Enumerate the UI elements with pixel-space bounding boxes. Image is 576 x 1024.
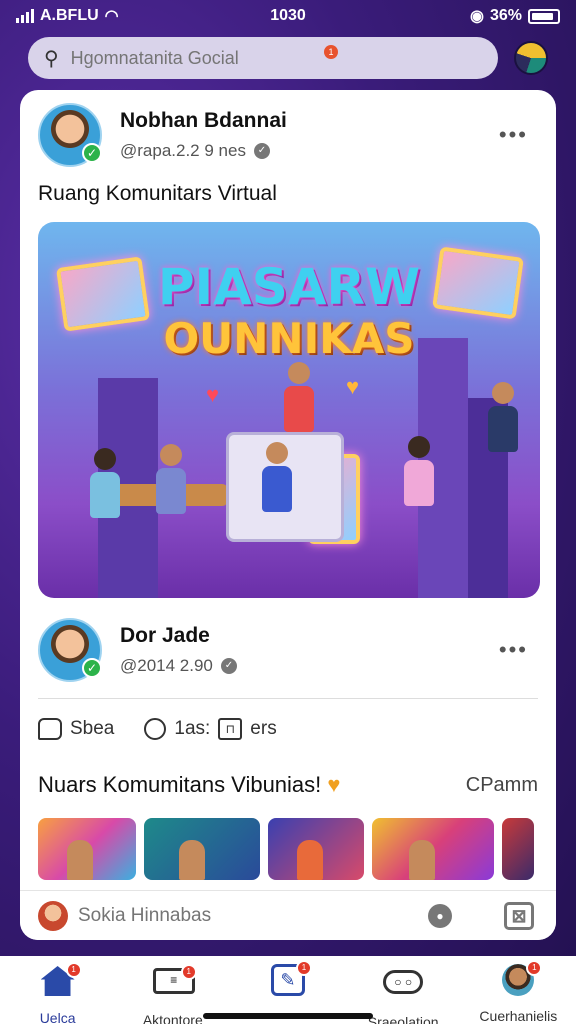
nav-item-create[interactable]: ✎ 1: [233, 960, 343, 1008]
search-badge: 1: [324, 45, 338, 59]
rotation-lock-icon: ◉: [470, 8, 484, 25]
audience-icon: ✓: [253, 143, 270, 159]
verified-check-icon: ✓: [82, 143, 102, 163]
nav-item-profile[interactable]: 1 Cuerhanielis: [463, 960, 573, 1024]
nav-label: Cuerhanielis: [479, 1008, 558, 1024]
person-figure: [284, 362, 314, 432]
image-title-line2: OUNNIKAS: [163, 314, 415, 363]
chat-icon: ≡ 1: [152, 964, 197, 1004]
image-attach-icon[interactable]: ⊠: [504, 901, 534, 930]
post-header: ✓ Nobhan Bdannai @rapa.2.2 9 nes ✓ •••: [38, 100, 538, 170]
post-author[interactable]: Nobhan Bdannai: [120, 109, 287, 133]
post-meta-row: @rapa.2.2 9 nes ✓: [120, 141, 287, 161]
avatar[interactable]: ✓: [38, 103, 102, 167]
post2-author[interactable]: Dor Jade: [120, 624, 237, 648]
person-figure: [262, 442, 292, 512]
more-options-icon[interactable]: •••: [499, 122, 528, 148]
profile-orb-button[interactable]: [514, 41, 548, 75]
heart-icon: ♥: [346, 374, 360, 399]
search-row: ⚲ 1: [28, 36, 548, 80]
share-label: Sbea: [70, 718, 115, 739]
share-button[interactable]: Sbea: [38, 718, 114, 740]
post-text: Ruang Komunitars Virtual: [38, 182, 277, 205]
wifi-icon: ◠: [104, 8, 119, 25]
status-right: ◉ 36%: [470, 6, 560, 26]
notification-badge: 1: [295, 960, 312, 976]
profile-icon: 1: [498, 960, 543, 1000]
avatar: [38, 900, 68, 931]
edit-icon: ✎ 1: [268, 960, 312, 1000]
avatar[interactable]: ✓: [38, 618, 102, 682]
community-thumbnail[interactable]: [268, 818, 364, 880]
community-thumbnail[interactable]: [372, 818, 494, 880]
post-image[interactable]: PIASARW OUNNIKAS ♥ ♥: [38, 222, 540, 598]
comment-label: 1as:: [174, 718, 211, 739]
carrier-label: A.BFLU: [40, 7, 99, 24]
divider: [38, 698, 538, 699]
community-row: Nuars Komumitans Vibunias! ♥ CPamm: [38, 772, 538, 798]
post2-author-block: Dor Jade @2014 2.90 ✓: [120, 624, 237, 676]
post-actions: Sbea 1as: ⊓ ers: [38, 712, 538, 746]
person-figure: [488, 382, 518, 452]
status-bar: A.BFLU ◠ 1030 ◉ 36%: [0, 0, 576, 32]
person-figure: [156, 444, 186, 514]
more-options-icon[interactable]: •••: [499, 637, 528, 663]
community-title: Nuars Komumitans Vibunias! ♥: [38, 772, 340, 798]
share-icon: [38, 718, 62, 740]
post-meta: @rapa.2.2 9 nes: [120, 141, 246, 160]
post2-meta: @2014 2.90: [120, 656, 213, 675]
status-left: A.BFLU ◠: [16, 6, 119, 26]
search-icon: ⚲: [44, 47, 59, 70]
post2-meta-row: @2014 2.90 ✓: [120, 656, 237, 676]
person-figure: [90, 448, 120, 518]
community-title-text: Nuars Komumitans Vibunias!: [38, 772, 322, 797]
battery-percent: 36%: [489, 7, 522, 24]
status-time: 1030: [270, 7, 306, 24]
post2-header: ✓ Dor Jade @2014 2.90 ✓ •••: [38, 615, 538, 685]
person-figure: [404, 436, 434, 506]
verified-check-icon: ✓: [82, 658, 102, 678]
gallery-icon: ⊓: [218, 718, 243, 740]
location-pin-icon[interactable]: ●: [428, 903, 452, 928]
post-author-block: Nobhan Bdannai @rapa.2.2 9 nes ✓: [120, 109, 287, 161]
community-link[interactable]: CPamm: [466, 774, 538, 797]
nav-label: Uelca: [39, 1010, 76, 1024]
image-title-line1: PIASARW: [157, 258, 421, 316]
nav-item-home[interactable]: 1 Uelca: [3, 962, 113, 1024]
signal-icon: [16, 9, 34, 23]
gamepad-icon: ○ ○: [383, 970, 424, 1006]
community-thumbnail[interactable]: [502, 818, 534, 880]
battery-icon: [528, 8, 560, 24]
comment-icon: [144, 718, 167, 740]
comment-bar: ● ⊠: [20, 890, 556, 940]
home-indicator: [203, 1013, 373, 1019]
feed-card: ✓ Nobhan Bdannai @rapa.2.2 9 nes ✓ ••• R…: [20, 90, 556, 940]
comment-input[interactable]: [78, 904, 408, 927]
heart-icon: ♥: [327, 772, 341, 797]
more-label: ers: [250, 718, 277, 739]
notification-badge: 1: [526, 960, 543, 976]
community-thumbnails: [38, 818, 556, 880]
notification-badge: 1: [65, 962, 82, 978]
notification-badge: 1: [180, 964, 197, 980]
community-thumbnail[interactable]: [144, 818, 260, 880]
audience-icon: ✓: [220, 658, 237, 674]
comment-button[interactable]: 1as: ⊓ ers: [144, 718, 277, 740]
community-thumbnail[interactable]: [38, 818, 136, 880]
home-icon: 1: [38, 962, 82, 1002]
search-bar[interactable]: ⚲ 1: [28, 37, 498, 79]
heart-icon: ♥: [206, 382, 220, 407]
